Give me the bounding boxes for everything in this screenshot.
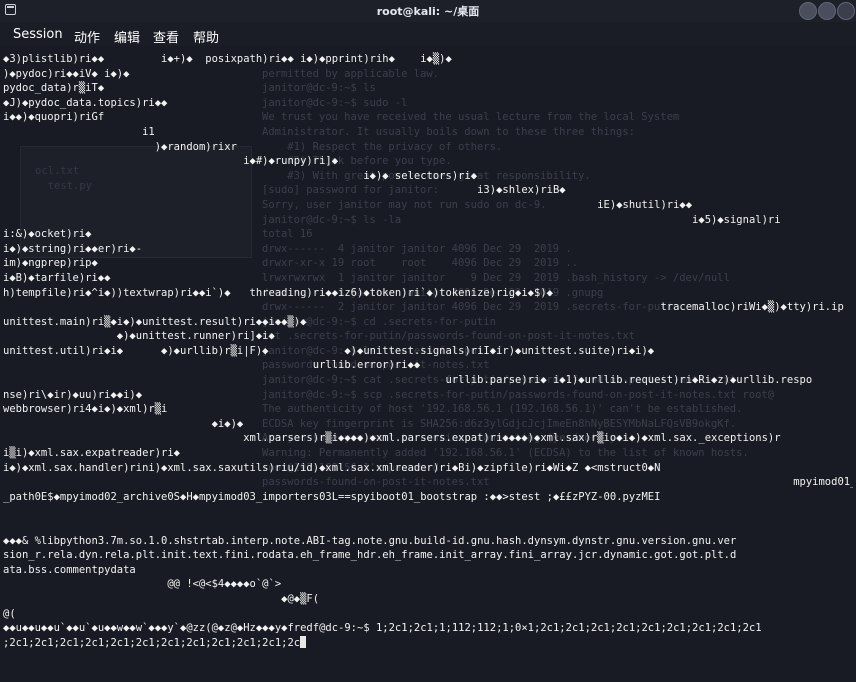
terminal-line: webbrowser)ri4◆i◆)◆xml)r▒i [3,403,168,416]
menu-edit[interactable]: 编辑 [114,27,140,46]
maximize-button[interactable] [818,2,836,20]
terminal-line: )◆pydoc)ri◆◆iV◆ i◆)◆ [3,67,130,80]
terminal-line: ◆@◆▒F( [3,592,320,605]
minimize-button[interactable] [799,2,817,20]
menu-view[interactable]: 查看 [153,27,179,46]
terminal-line: iE)◆shutil)ri◆◆ [3,198,693,211]
terminal-line: im)◆ngprep)rip◆ [3,257,98,270]
terminal-line: unittest.util)ri◆i◆ ◆)◆urllib)r▒i|F)◆ ◆)… [3,344,655,357]
terminal-line: mpyimod01_os [3,476,853,489]
terminal-line: i◆B)◆tarfile)ri◆◆ [3,271,111,284]
terminal-line: )◆random)rixr [3,140,237,153]
terminal-line: ◆)◆unittest.runner)ri]◆i◆ [3,330,275,343]
window-title: root@kali: ~/桌面 [376,5,480,18]
terminal-area[interactable]: ocl.txt test.py permitted by applicable … [0,46,856,682]
terminal-line: i◆5)◆signal)ri [3,213,781,226]
terminal-line: ◆◆u◆◆u◆◆u`◆◆u`◆u◆◆w◆◆w`◆◆◆y`◆@zz(@◆z@◆Hz… [3,622,762,635]
terminal-line: i◆)◆ selectors)ri◆ [3,169,478,182]
menu-help[interactable]: 帮助 [193,27,219,46]
menu-actions[interactable]: 动作 [74,27,100,46]
terminal-line: sion_r.rela.dyn.rela.plt.init.text.fini.… [3,549,737,562]
terminal-line: i3)◆shlex)riB◆ [3,184,566,197]
terminal-line: xml.parsers)r▒i◆◆◆◆)◆xml.parsers.expat)r… [3,432,781,445]
terminal-line: ;2c1;2c1;2c1;2c1;2c1;2c1;2c1;2c1;2c1;2c1… [3,635,853,651]
terminal-line: @@ !<@<$4◆◆◆◆o`@`> [3,578,282,591]
terminal-line: h)tempfile)ri◆^i◆))textwrap)ri◆◆i`)◆ thr… [3,286,553,299]
terminal-line: pydoc_data)r▒iT◆ [3,82,105,95]
terminal-line: ◆i◆)◆ [3,417,244,430]
terminal-line: i:&)◆ocket)ri◆ [3,228,92,241]
terminal-line: i▒i)◆xml.sax.expatreader)ri◆ [3,447,181,460]
terminal-line: urllib.parse)ri◆ i◆1)◆urllib.request)ri◆… [3,374,813,387]
terminal-line: ◆3)plistlib)ri◆◆ i◆+)◆ posixpath)ri◆◆ i◆… [3,53,452,65]
terminal-line: tracemalloc)riWi◆▒)◆tty)ri.ip [3,301,844,314]
menu-bar: Session 动作 编辑 查看 帮助 [0,22,856,46]
terminal-line: i◆◆)◆quopri)riGf [3,111,105,124]
menu-session[interactable]: Session [13,27,63,42]
terminal-line: i◆)◆string)ri◆◆er)ri◆- [3,242,143,255]
terminal-line: ◆◆◆& %libpython3.7m.so.1.0.shstrtab.inte… [3,534,737,547]
terminal-output: ◆3)plistlib)ri◆◆ i◆+)◆ posixpath)ri◆◆ i◆… [3,52,853,650]
terminal-line: nse)ri\◆ir)◆uu)ri◆◆i)◆ [3,388,143,401]
terminal-line: ◆J)◆pydoc_data.topics)ri◆◆ [3,96,168,109]
window-titlebar: root@kali: ~/桌面 [0,0,856,23]
terminal-line: urllib.error)ri◆◆ [3,359,421,372]
terminal-line: @( [3,607,16,620]
close-button[interactable] [837,2,855,20]
terminal-line: i◆#)◆runpy)ri]◆ [3,155,339,168]
terminal-line: _path0E$◆mpyimod02_archive0S◆H◆mpyimod03… [3,490,661,503]
terminal-line: i◆)◆xml.sax.handler)rini)◆xml.sax.saxuti… [3,461,661,474]
terminal-line: ata.bss.commentpydata [3,563,136,576]
text-cursor [300,635,307,648]
terminal-line: i1 [3,125,155,138]
terminal-line: unittest.main)ri▒◆i◆)◆unittest.result)ri… [3,315,307,328]
